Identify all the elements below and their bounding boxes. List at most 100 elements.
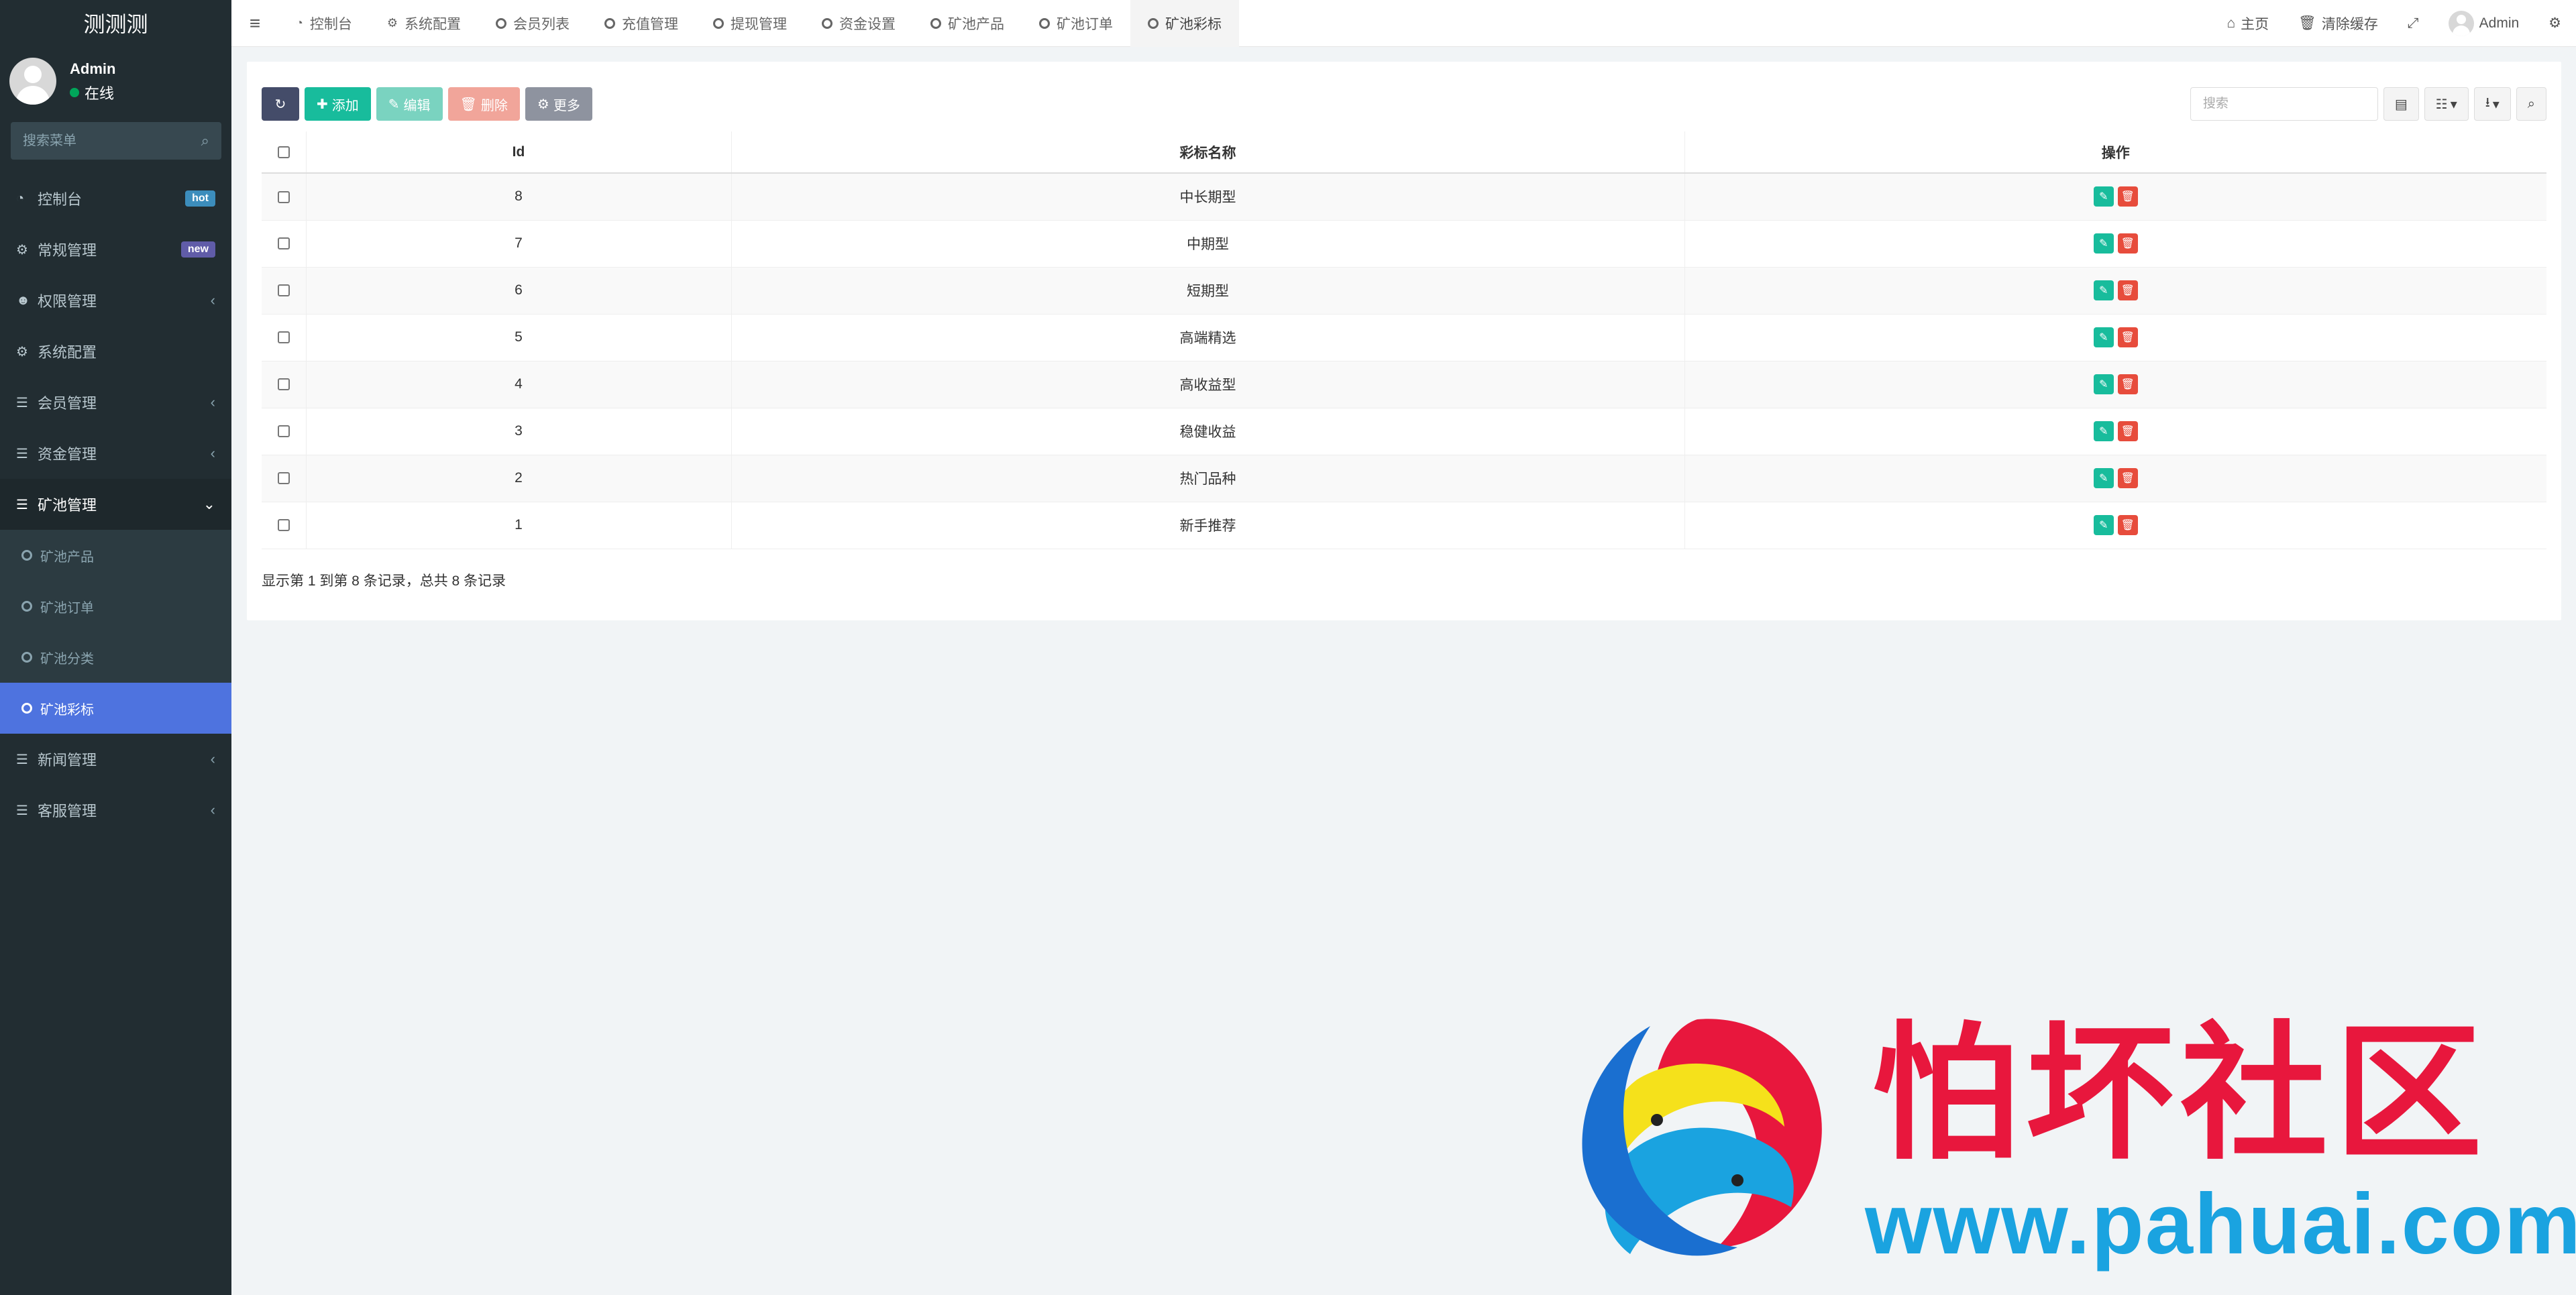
- tab-recharge[interactable]: 充值管理: [587, 0, 696, 47]
- edit-icon[interactable]: ✎: [2093, 327, 2114, 347]
- tab-label: 矿池彩标: [1165, 16, 1222, 32]
- sidebar-item-members[interactable]: ☰ 会员管理 ‹: [0, 377, 231, 428]
- row-checkbox[interactable]: [277, 378, 290, 391]
- select-all-checkbox[interactable]: [277, 146, 290, 158]
- edit-button[interactable]: ✎ 编辑: [376, 87, 443, 121]
- delete-icon[interactable]: 🗑︎: [2117, 374, 2138, 394]
- row-checkbox[interactable]: [277, 519, 290, 532]
- table-row[interactable]: 5 高端精选 ✎ 🗑︎: [262, 314, 2546, 361]
- edit-icon[interactable]: ✎: [2093, 233, 2114, 254]
- list-icon: ☰: [16, 752, 28, 767]
- column-header-name[interactable]: 彩标名称: [731, 131, 1684, 174]
- edit-icon[interactable]: ✎: [2093, 515, 2114, 535]
- table-row[interactable]: 6 短期型 ✎ 🗑︎: [262, 267, 2546, 315]
- sidebar-search[interactable]: ⌕: [11, 122, 221, 160]
- sidebar-item-auth[interactable]: ☻ 权限管理 ‹: [0, 275, 231, 326]
- table-row[interactable]: 1 新手推荐 ✎ 🗑︎: [262, 502, 2546, 549]
- edit-icon[interactable]: ✎: [2093, 374, 2114, 394]
- fullscreen-button[interactable]: ⤢: [2393, 15, 2434, 32]
- sidebar-item-pool[interactable]: ☰ 矿池管理 ⌄: [0, 479, 231, 530]
- select-all-cell[interactable]: [262, 131, 306, 174]
- table-row[interactable]: 3 稳健收益 ✎ 🗑︎: [262, 408, 2546, 455]
- top-navbar: ≡ ◔ 控制台 ⚙ 系统配置 会员列表 充值管理 提现管理 资金设置 矿池产品 …: [231, 0, 2576, 47]
- tab-fund-settings[interactable]: 资金设置: [804, 0, 913, 47]
- edit-icon[interactable]: ✎: [2093, 468, 2114, 488]
- more-button[interactable]: ⚙ 更多: [525, 87, 592, 121]
- search-button[interactable]: ⌕: [2516, 87, 2546, 121]
- sidebar-item-pool-categories[interactable]: 矿池分类: [0, 632, 231, 683]
- sidebar-item-pool-labels[interactable]: 矿池彩标: [0, 683, 231, 734]
- watermark: 怕坏社区 www.pahuai.com: [1556, 1006, 2576, 1274]
- trash-icon: 🗑︎: [460, 97, 477, 112]
- row-checkbox[interactable]: [277, 472, 290, 485]
- circle-icon: [604, 17, 616, 29]
- add-button[interactable]: ✚ 添加: [305, 87, 371, 121]
- table-search-input[interactable]: [2190, 87, 2378, 121]
- sidebar: 测测测 Admin 在线 ⌕ ◔ 控制台 hot ⚙ 常规管理 new ☻ 权限…: [0, 0, 231, 1295]
- sidebar-item-pool-orders[interactable]: 矿池订单: [0, 581, 231, 632]
- delete-icon[interactable]: 🗑︎: [2117, 468, 2138, 488]
- row-checkbox[interactable]: [277, 425, 290, 438]
- settings-button[interactable]: ⚙: [2534, 15, 2576, 32]
- sidebar-item-funds[interactable]: ☰ 资金管理 ‹: [0, 428, 231, 479]
- menu-toggle-icon[interactable]: ≡: [231, 13, 278, 34]
- sidebar-item-system-config[interactable]: ⚙ 系统配置: [0, 326, 231, 377]
- brand-logo[interactable]: 测测测: [0, 0, 231, 46]
- column-header-id[interactable]: Id: [305, 131, 731, 174]
- tab-member-list[interactable]: 会员列表: [478, 0, 587, 47]
- new-badge: new: [180, 241, 215, 258]
- edit-icon[interactable]: ✎: [2093, 186, 2114, 207]
- refresh-button[interactable]: ↻: [262, 87, 299, 121]
- table-right-tools: ▤ ☷ ▾ ⭳ ▾ ⌕: [2190, 87, 2546, 121]
- sidebar-item-dashboard[interactable]: ◔ 控制台 hot: [0, 173, 231, 224]
- delete-button[interactable]: 🗑︎ 删除: [447, 87, 520, 121]
- tab-system-config[interactable]: ⚙ 系统配置: [370, 0, 478, 47]
- edit-icon[interactable]: ✎: [2093, 280, 2114, 300]
- delete-icon[interactable]: 🗑︎: [2117, 280, 2138, 300]
- sidebar-item-general[interactable]: ⚙ 常规管理 new: [0, 224, 231, 275]
- row-name: 热门品种: [731, 455, 1684, 502]
- home-link[interactable]: ⌂ 主页: [2212, 13, 2284, 34]
- edit-icon[interactable]: ✎: [2093, 421, 2114, 441]
- row-checkbox[interactable]: [277, 331, 290, 344]
- delete-icon[interactable]: 🗑︎: [2117, 327, 2138, 347]
- table-row[interactable]: 2 热门品种 ✎ 🗑︎: [262, 455, 2546, 502]
- table-row[interactable]: 4 高收益型 ✎ 🗑︎: [262, 361, 2546, 408]
- fish-logo-icon: [1582, 1019, 1822, 1256]
- columns-button[interactable]: ☷ ▾: [2424, 87, 2469, 121]
- sidebar-item-label: 常规管理: [38, 242, 97, 259]
- row-name: 稳健收益: [731, 408, 1684, 455]
- row-id: 3: [305, 408, 731, 455]
- circle-icon: [1148, 17, 1159, 29]
- delete-icon[interactable]: 🗑︎: [2117, 421, 2138, 441]
- sidebar-search-input[interactable]: [23, 133, 201, 149]
- row-checkbox[interactable]: [277, 190, 290, 203]
- table-toolbar: ↻ ✚ 添加 ✎ 编辑 🗑︎ 删除 ⚙ 更多: [262, 87, 592, 121]
- export-button[interactable]: ⭳ ▾: [2473, 87, 2511, 121]
- tab-pool-labels[interactable]: 矿池彩标: [1130, 0, 1240, 47]
- tab-pool-orders[interactable]: 矿池订单: [1022, 0, 1130, 47]
- sidebar-item-support[interactable]: ☰ 客服管理 ‹: [0, 785, 231, 836]
- delete-icon[interactable]: 🗑︎: [2117, 186, 2138, 207]
- sidebar-item-news[interactable]: ☰ 新闻管理 ‹: [0, 734, 231, 785]
- caret-down-icon: ▾: [2492, 97, 2500, 112]
- row-checkbox[interactable]: [277, 237, 290, 250]
- user-menu[interactable]: Admin: [2434, 10, 2534, 36]
- delete-icon[interactable]: 🗑︎: [2117, 233, 2138, 254]
- tab-dashboard[interactable]: ◔ 控制台: [278, 0, 370, 47]
- plus-icon: ✚: [317, 97, 328, 112]
- table-row[interactable]: 8 中长期型 ✎ 🗑︎: [262, 173, 2546, 221]
- caret-down-icon: ▾: [2450, 97, 2457, 112]
- toggle-view-button[interactable]: ▤: [2383, 87, 2419, 121]
- list-icon: ☰: [16, 446, 28, 461]
- user-status-label: 在线: [85, 85, 115, 102]
- tab-withdraw[interactable]: 提现管理: [696, 0, 804, 47]
- sidebar-item-pool-products[interactable]: 矿池产品: [0, 530, 231, 581]
- sidebar-item-label: 权限管理: [38, 293, 97, 310]
- table-row[interactable]: 7 中期型 ✎ 🗑︎: [262, 220, 2546, 268]
- row-checkbox[interactable]: [277, 284, 290, 297]
- search-icon[interactable]: ⌕: [201, 132, 209, 150]
- tab-pool-products[interactable]: 矿池产品: [913, 0, 1022, 47]
- clear-cache-button[interactable]: 🗑︎ 清除缓存: [2284, 13, 2393, 34]
- delete-icon[interactable]: 🗑︎: [2117, 515, 2138, 535]
